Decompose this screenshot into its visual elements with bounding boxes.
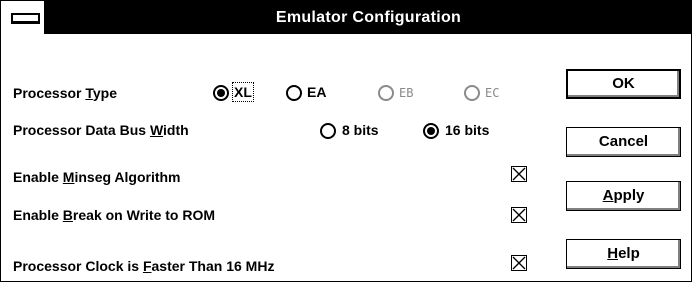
radio-bus-16bits-label[interactable]: 16 bits (445, 122, 489, 138)
radio-bus-8bits-label[interactable]: 8 bits (342, 122, 379, 138)
enable-minseg-label: Enable Minseg Algorithm (13, 169, 181, 185)
title-bar: Emulator Configuration (1, 1, 691, 34)
radio-processor-xl-label[interactable]: XL (232, 82, 254, 102)
enable-break-checkbox[interactable] (511, 207, 527, 223)
enable-minseg-checkbox[interactable] (511, 166, 527, 182)
checkmark-x-icon (512, 167, 526, 181)
clock-faster-checkbox[interactable] (511, 255, 527, 271)
processor-type-label: Processor Type (13, 85, 118, 101)
radio-processor-ec (464, 85, 480, 101)
help-button[interactable]: Help (566, 239, 681, 269)
radio-processor-eb-label: EB (399, 86, 414, 100)
cancel-button[interactable]: Cancel (566, 127, 681, 157)
apply-button[interactable]: Apply (566, 181, 681, 211)
radio-processor-eb (378, 85, 394, 101)
radio-processor-ea[interactable] (286, 85, 302, 101)
radio-processor-ea-label[interactable]: EA (307, 84, 326, 100)
system-menu-button[interactable] (1, 1, 46, 34)
window-title: Emulator Configuration (275, 9, 462, 26)
checkmark-x-icon (512, 256, 526, 270)
enable-break-label: Enable Break on Write to ROM (13, 207, 216, 223)
radio-bus-8bits[interactable] (320, 123, 336, 139)
clock-faster-label: Processor Clock is Faster Than 16 MHz (13, 258, 275, 274)
checkmark-x-icon (512, 208, 526, 222)
ok-button[interactable]: OK (566, 69, 681, 99)
radio-processor-ec-label: EC (485, 86, 500, 100)
emulator-config-dialog: Emulator Configuration Processor Type XL… (0, 0, 692, 282)
data-bus-width-label: Processor Data Bus Width (13, 122, 189, 138)
radio-processor-xl[interactable] (213, 85, 229, 101)
system-menu-icon (11, 13, 40, 24)
radio-bus-16bits[interactable] (423, 123, 439, 139)
